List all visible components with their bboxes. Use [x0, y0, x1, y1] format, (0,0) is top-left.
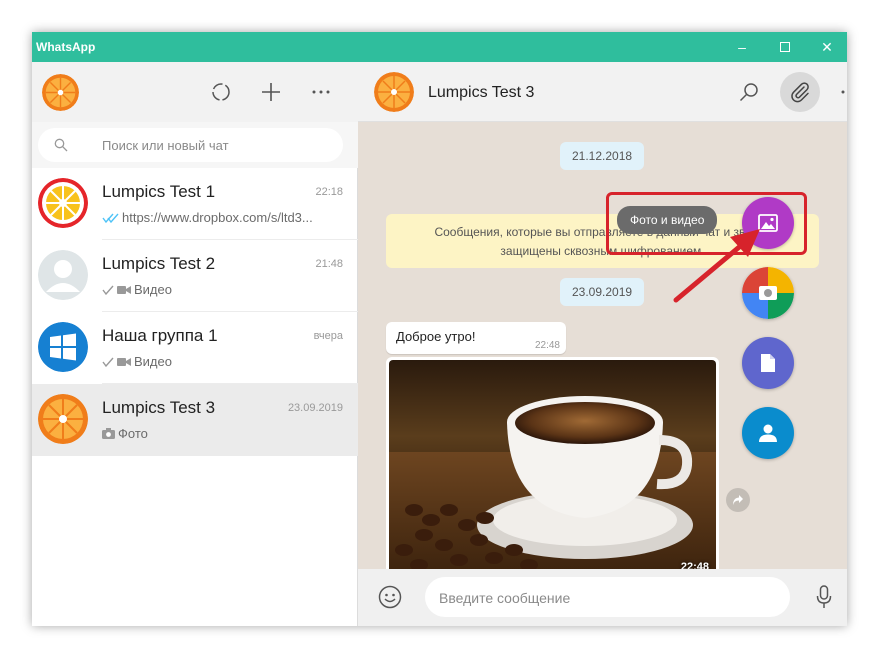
attach-button[interactable]: [780, 72, 820, 112]
highlight-box: [606, 192, 807, 255]
chat-search-button[interactable]: [733, 76, 765, 108]
microphone-button[interactable]: [808, 581, 840, 613]
message-input-placeholder: Введите сообщение: [439, 590, 571, 606]
document-button[interactable]: [742, 337, 794, 389]
new-chat-button[interactable]: [255, 76, 287, 108]
chat-preview: Видео: [102, 354, 172, 369]
status-icon: [212, 83, 230, 101]
search-input[interactable]: Поиск или новый чат: [38, 128, 343, 162]
maximize-button[interactable]: [765, 32, 805, 62]
sidebar-menu-button[interactable]: [305, 76, 337, 108]
sidebar: Поиск или новый чат Lumpics Test 1 22:18: [32, 62, 358, 626]
chat-name: Наша группа 1: [102, 326, 218, 345]
check-icon: [102, 285, 114, 295]
plus-icon: [262, 83, 280, 101]
chat-header: Lumpics Test 3: [358, 62, 847, 122]
chat-preview-text: Видео: [134, 282, 172, 297]
chat-name: Lumpics Test 3: [102, 398, 216, 417]
chat-preview-text: https://www.dropbox.com/s/ltd3...: [122, 210, 313, 225]
microphone-icon: [816, 585, 832, 608]
title-bar: WhatsApp – ✕: [32, 32, 847, 62]
orange-avatar-icon: [374, 72, 414, 112]
chat-preview-text: Фото: [118, 426, 148, 441]
message-list: 21.12.2018 Сообщения, которые вы отправл…: [358, 122, 847, 581]
search-icon: [739, 83, 758, 102]
chat-item-lumpics-test-2[interactable]: Lumpics Test 2 21:48 Видео: [32, 240, 358, 312]
orange-avatar-icon: [38, 394, 88, 444]
camera-icon: [102, 428, 115, 439]
chat-avatar: [38, 322, 88, 372]
chat-preview: Видео: [102, 282, 172, 297]
message-text: Доброе утро!: [396, 329, 476, 344]
message-time: 22:48: [534, 340, 560, 351]
photo-message[interactable]: 22:48: [386, 357, 719, 581]
contact-button[interactable]: [742, 407, 794, 459]
paperclip-icon: [791, 82, 809, 103]
whatsapp-window: WhatsApp – ✕ Поиск или новый чат Lumpics…: [32, 32, 847, 626]
message-bubble[interactable]: Доброе утро! 22:48: [386, 322, 566, 354]
camera-icon: [742, 267, 794, 319]
contact-avatar[interactable]: [374, 72, 414, 112]
chat-panel: Lumpics Test 3 21.12.2018 Сообщения, кот…: [358, 62, 847, 626]
orange-avatar-icon: [38, 178, 88, 228]
chat-name: Lumpics Test 1: [102, 182, 216, 201]
camera-button[interactable]: [742, 267, 794, 319]
video-icon: [117, 285, 131, 294]
coffee-photo: [389, 360, 716, 578]
window-title: WhatsApp: [36, 40, 96, 54]
message-input[interactable]: Введите сообщение: [425, 577, 790, 617]
forward-button[interactable]: [726, 488, 750, 512]
chat-time: 21:48: [315, 258, 343, 270]
close-button[interactable]: ✕: [807, 32, 847, 62]
chat-avatar: [38, 250, 88, 300]
more-icon: [312, 90, 330, 94]
chat-item-lumpics-test-1[interactable]: Lumpics Test 1 22:18 https://www.dropbox…: [32, 168, 358, 240]
chat-item-nasha-gruppa-1[interactable]: Наша группа 1 вчера Видео: [32, 312, 358, 384]
forward-icon: [733, 495, 743, 505]
status-button[interactable]: [205, 76, 237, 108]
contact-icon: [759, 424, 777, 442]
minimize-button[interactable]: –: [722, 32, 762, 62]
check-icon: [102, 357, 114, 367]
maximize-icon: [780, 42, 790, 52]
contact-name[interactable]: Lumpics Test 3: [428, 84, 534, 102]
sidebar-header: [32, 62, 358, 122]
chat-time: 23.09.2019: [287, 402, 343, 414]
my-avatar[interactable]: [42, 74, 79, 111]
chat-preview-text: Видео: [134, 354, 172, 369]
chat-name: Lumpics Test 2: [102, 254, 216, 273]
more-icon: [841, 90, 845, 94]
document-icon: [761, 354, 775, 372]
composer: Введите сообщение: [358, 569, 847, 626]
chat-time: 22:18: [315, 186, 343, 198]
search-placeholder: Поиск или новый чат: [102, 138, 229, 153]
search-bar: Поиск или новый чат: [32, 122, 358, 168]
double-check-icon: [102, 213, 119, 223]
chat-preview: Фото: [102, 426, 148, 441]
chat-menu-button[interactable]: [834, 76, 847, 108]
date-separator: 23.09.2019: [560, 278, 645, 306]
emoji-button[interactable]: [374, 581, 406, 613]
chat-preview: https://www.dropbox.com/s/ltd3...: [102, 210, 313, 225]
video-icon: [117, 357, 131, 366]
windows-logo-icon: [38, 322, 88, 372]
orange-icon: [42, 74, 79, 111]
default-person-icon: [38, 250, 88, 300]
emoji-icon: [378, 585, 402, 609]
chat-avatar: [38, 178, 88, 228]
chat-avatar: [38, 394, 88, 444]
chat-time: вчера: [313, 330, 343, 342]
search-icon: [54, 138, 68, 152]
chat-item-lumpics-test-3[interactable]: Lumpics Test 3 23.09.2019 Фото: [32, 384, 358, 456]
date-separator: 21.12.2018: [560, 142, 645, 170]
